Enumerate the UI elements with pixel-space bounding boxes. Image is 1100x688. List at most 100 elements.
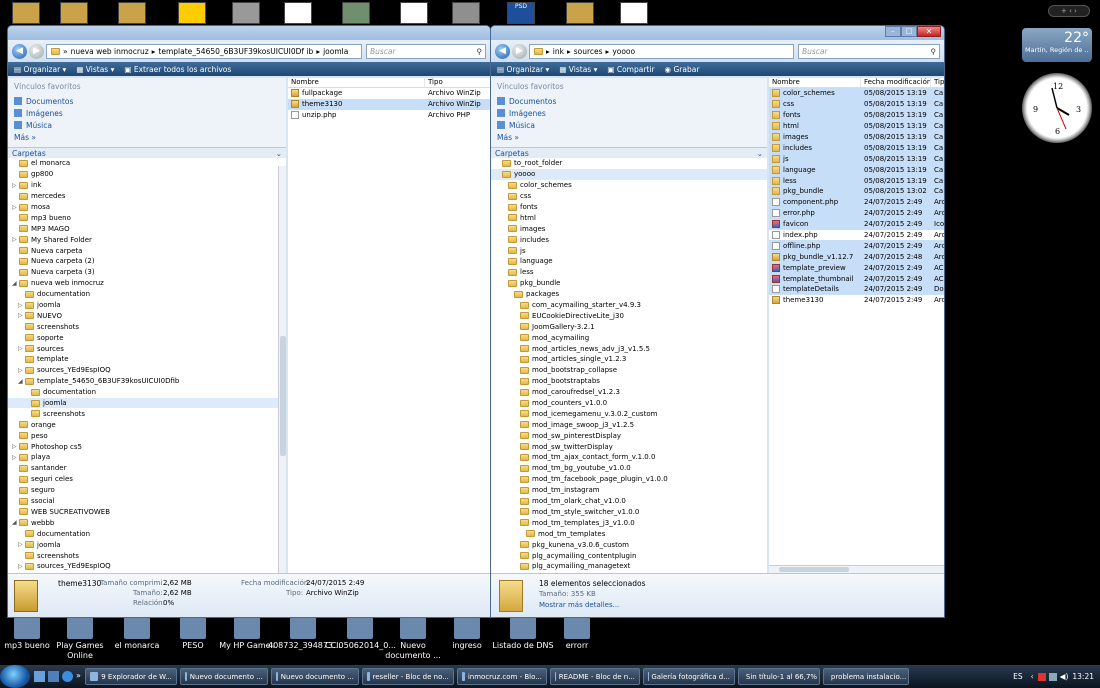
file-row[interactable]: fonts 05/08/2015 13:19 Ca — [769, 109, 944, 121]
file-row[interactable]: template_preview 24/07/2015 2:49 AC — [769, 262, 944, 274]
title-bar[interactable]: – □ ✕ — [491, 26, 944, 40]
taskbar-button[interactable]: Sin título-1 al 66,7% ... — [737, 668, 820, 685]
tree-item[interactable]: EUCookieDirectiveLite_j30 — [491, 310, 767, 321]
title-bar[interactable] — [8, 26, 490, 40]
file-row[interactable]: includes 05/08/2015 13:19 Ca — [769, 142, 944, 154]
back-button[interactable]: ◀ — [12, 43, 27, 59]
clock-gadget[interactable]: 12 3 6 9 — [1022, 73, 1092, 143]
tree-item[interactable]: mod_icemegamenu_v.3.0.2_custom — [491, 408, 767, 419]
tree-item[interactable]: less — [491, 267, 767, 278]
taskbar-button[interactable]: Nuevo documento ... — [179, 668, 268, 685]
desktop-icon[interactable] — [284, 2, 312, 24]
tree-item[interactable]: mod_image_swoop_j3_v1.2.5 — [491, 419, 767, 430]
tree-item[interactable]: screenshots — [8, 321, 286, 332]
tree-item[interactable]: ▷ NUEVO — [8, 310, 286, 321]
col-type[interactable]: Tip — [931, 78, 944, 87]
clock-time[interactable]: 13:21 — [1072, 672, 1094, 681]
file-row[interactable]: error.php 24/07/2015 2:49 Arc — [769, 207, 944, 219]
tree-item[interactable]: html — [491, 212, 767, 223]
tray-app-icon[interactable] — [1037, 672, 1046, 681]
tree-item[interactable]: mod_tm_templates_j3_v1.0.0 — [491, 517, 767, 528]
sidebar-toggle[interactable]: + ‹ › — [1048, 5, 1090, 17]
tree-item[interactable]: ◢ template_54650_6B3UF39kosUICUI0Dfib — [8, 376, 286, 387]
tree-item[interactable]: seguro — [8, 485, 286, 496]
maximize-button[interactable]: □ — [901, 26, 917, 37]
tree-item[interactable]: peso — [8, 430, 286, 441]
tree-item[interactable]: mp3 bueno — [8, 212, 286, 223]
taskbar-button[interactable]: Nuevo documento ... — [270, 668, 359, 685]
file-row[interactable]: color_schemes 05/08/2015 13:19 Ca — [769, 88, 944, 99]
file-row[interactable]: favicon 24/07/2015 2:49 Ico — [769, 218, 944, 230]
file-row[interactable]: component.php 24/07/2015 2:49 Arc — [769, 196, 944, 208]
tree-item[interactable]: mod_bootstrap_collapse — [491, 365, 767, 376]
expand-arrow-icon[interactable]: ▷ — [12, 204, 19, 211]
breadcrumb[interactable]: joomla — [323, 47, 348, 56]
start-button[interactable] — [0, 665, 30, 688]
tree-item[interactable]: plg_acymailing_managetext — [491, 561, 767, 572]
tree-item[interactable]: seguri celes — [8, 474, 286, 485]
desktop-icon[interactable]: PSD — [507, 2, 535, 24]
fav-music[interactable]: Música — [497, 119, 761, 131]
fav-documents[interactable]: Documentos — [497, 95, 761, 107]
tree-item[interactable]: ▷ mosa — [8, 202, 286, 213]
tree-item[interactable]: mod_tm_templates — [491, 528, 767, 539]
desktop-icon[interactable] — [60, 2, 88, 24]
expand-arrow-icon[interactable]: ▷ — [12, 182, 19, 189]
file-row[interactable]: less 05/08/2015 13:19 Ca — [769, 175, 944, 187]
tree-item[interactable]: ▷ sources_YEd9EspIOQ — [8, 365, 286, 376]
expand-arrow-icon[interactable]: ▷ — [18, 367, 25, 374]
tree-scrollbar[interactable] — [278, 166, 286, 573]
search-input[interactable]: Buscar ⚲ — [366, 43, 486, 59]
tree-item[interactable]: mod_bootstraptabs — [491, 376, 767, 387]
file-row[interactable]: theme3130 24/07/2015 2:49 Arc — [769, 295, 944, 306]
tree-item[interactable]: documentation — [8, 528, 286, 539]
explorer-window-right[interactable]: – □ ✕ ◀ ▶ ▸ ink ▸ sources ▸ yoooo Buscar ⚲ … — [490, 25, 945, 618]
tree-item[interactable]: yoooo — [491, 168, 767, 180]
tree-item[interactable]: mod_sw_twitterDisplay — [491, 441, 767, 452]
tree-item[interactable]: ▷ Photoshop cs5 — [8, 441, 286, 452]
forward-button[interactable]: ▶ — [512, 43, 527, 59]
tree-item[interactable]: js — [491, 245, 767, 256]
forward-button[interactable]: ▶ — [29, 43, 44, 59]
taskbar-button[interactable]: problema instalacio... — [822, 668, 909, 685]
taskbar-button[interactable]: 9 Explorador de W... — [84, 668, 177, 685]
file-row[interactable]: fullpackage Archivo WinZip — [288, 88, 490, 99]
tree-item[interactable]: el monarca — [8, 158, 286, 169]
tree-item[interactable]: ▷ My Shared Folder — [8, 234, 286, 245]
file-row[interactable]: template_thumbnail 24/07/2015 2:49 AC — [769, 273, 944, 285]
tree-item[interactable]: ▷ playa — [8, 452, 286, 463]
col-name[interactable]: Nombre — [769, 78, 861, 87]
weather-gadget[interactable]: 22° Martín, Región de ... — [1022, 28, 1092, 62]
breadcrumb[interactable]: yoooo — [612, 47, 635, 56]
tree-item[interactable]: includes — [491, 234, 767, 245]
tree-item[interactable]: mod_articles_single_v1.2.3 — [491, 354, 767, 365]
search-input[interactable]: Buscar ⚲ — [798, 43, 940, 59]
fav-images[interactable]: Imágenes — [497, 107, 761, 119]
tree-item[interactable]: ▷ sources_YEd9EspIOQ — [8, 561, 286, 572]
file-row[interactable]: theme3130 Archivo WinZip — [288, 98, 490, 110]
tree-item[interactable]: mod_tm_olark_chat_v1.0.0 — [491, 496, 767, 507]
tree-item[interactable]: fonts — [491, 202, 767, 213]
tree-item[interactable]: ◢ webbb — [8, 517, 286, 528]
col-type[interactable]: Tipo — [425, 78, 490, 87]
tree-item[interactable]: screenshots — [8, 550, 286, 561]
folders-header[interactable]: Carpetas ⌄ — [491, 147, 767, 158]
tree-item[interactable]: ▷ ink — [8, 180, 286, 191]
taskbar-button[interactable]: Galería fotográfica d... — [642, 668, 735, 685]
tree-item[interactable]: mod_tm_facebook_page_plugin_v1.0.0 — [491, 474, 767, 485]
file-row[interactable]: index.php 24/07/2015 2:49 Arc — [769, 230, 944, 241]
tree-item[interactable]: ▷ joomla — [8, 300, 286, 311]
file-row[interactable]: css 05/08/2015 13:19 Ca — [769, 98, 944, 110]
tree-item[interactable]: Nueva carpeta (3) — [8, 267, 286, 278]
expand-arrow-icon[interactable]: ▷ — [12, 454, 19, 461]
extract-all-button[interactable]: ▣ Extraer todos los archivos — [124, 65, 231, 74]
desktop-icon[interactable] — [452, 2, 480, 24]
taskbar-button[interactable]: reseller - Bloc de no... — [361, 668, 454, 685]
desktop-icon[interactable] — [620, 2, 648, 24]
horizontal-scrollbar[interactable] — [769, 565, 944, 573]
tree-item[interactable]: soporte — [8, 332, 286, 343]
tree-item[interactable]: santander — [8, 463, 286, 474]
file-row[interactable]: js 05/08/2015 13:19 Ca — [769, 153, 944, 165]
expand-arrow-icon[interactable]: ▷ — [18, 302, 25, 309]
tree-item[interactable]: ▷ joomla — [8, 539, 286, 550]
